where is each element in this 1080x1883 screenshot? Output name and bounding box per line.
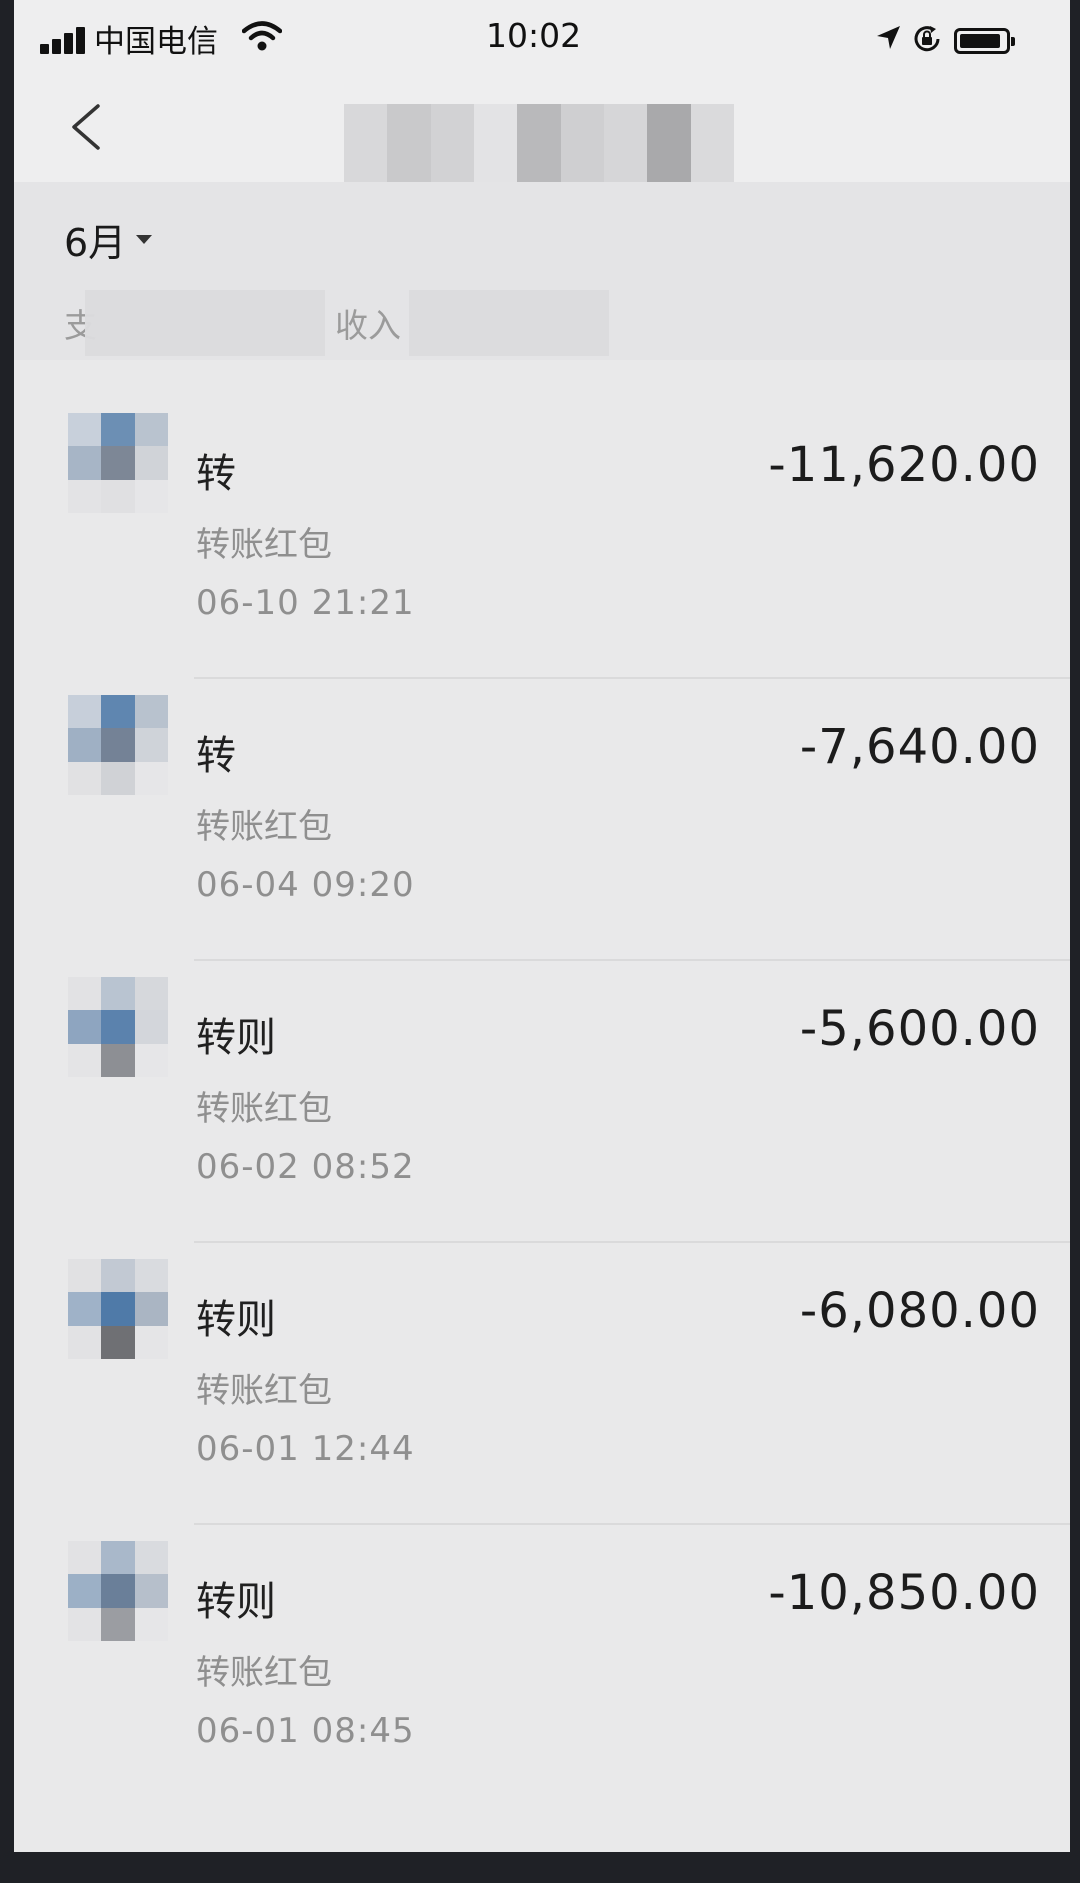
summary-row: 支 收入 (64, 290, 619, 356)
location-arrow-icon (877, 26, 900, 49)
transaction-name-text: 转 (196, 451, 236, 497)
avatar-redacted (68, 1259, 168, 1359)
navigation-bar (14, 78, 1070, 208)
income-label: 收入 (335, 306, 401, 345)
transaction-name-text: 转则 (196, 1579, 276, 1625)
transaction-name-text: 转则 (196, 1297, 276, 1343)
battery-icon (954, 28, 1015, 54)
avatar-redacted (68, 695, 168, 795)
transaction-name-text: 转则 (196, 1015, 276, 1061)
name-redacted (232, 439, 592, 501)
income-total-redacted (409, 290, 609, 356)
avatar-redacted (68, 1541, 168, 1641)
transaction-amount: -11,620.00 (768, 437, 1040, 493)
transaction-name: 转则 (196, 1567, 632, 1629)
transaction-time: 06-01 12:44 (196, 1429, 415, 1469)
transaction-time: 06-10 21:21 (196, 583, 415, 623)
avatar-redacted (68, 413, 168, 513)
name-redacted (272, 1285, 632, 1347)
transaction-row[interactable]: 转 转账红包 06-04 09:20 -7,640.00 (14, 677, 1070, 959)
transaction-amount: -5,600.00 (799, 1001, 1040, 1057)
transaction-time: 06-01 08:45 (196, 1711, 415, 1751)
month-selector[interactable]: 6月 (64, 212, 153, 267)
transaction-amount: -7,640.00 (799, 719, 1040, 775)
caret-down-icon (136, 235, 153, 244)
transaction-amount: -10,850.00 (768, 1565, 1040, 1621)
transaction-type: 转账红包 (196, 1653, 332, 1693)
transaction-list: 转 转账红包 06-10 21:21 -11,620.00 转 转账红包 06-… (14, 395, 1070, 1805)
signal-icon (40, 26, 94, 54)
phone-screen: 中国电信 10:02 6月 支 收入 转 转账红包 06-10 21:21 -1… (14, 0, 1070, 1852)
expense-total-redacted (85, 290, 325, 356)
transaction-name: 转则 (196, 1003, 632, 1065)
transaction-row[interactable]: 转则 转账红包 06-01 12:44 -6,080.00 (14, 1241, 1070, 1523)
transaction-time: 06-04 09:20 (196, 865, 415, 905)
status-bar: 中国电信 10:02 (14, 0, 1070, 78)
name-redacted (232, 721, 592, 783)
transaction-type: 转账红包 (196, 807, 332, 847)
transaction-time: 06-02 08:52 (196, 1147, 415, 1187)
name-redacted (272, 1003, 632, 1065)
back-icon[interactable] (62, 102, 112, 152)
wifi-icon (242, 21, 282, 51)
avatar-redacted (68, 977, 168, 1077)
transaction-row[interactable]: 转则 转账红包 06-01 08:45 -10,850.00 (14, 1523, 1070, 1805)
month-summary-header: 6月 支 收入 (14, 182, 1070, 360)
transaction-name: 转则 (196, 1285, 632, 1347)
name-redacted (272, 1567, 632, 1629)
transaction-name: 转 (196, 439, 592, 501)
transaction-row[interactable]: 转则 转账红包 06-02 08:52 -5,600.00 (14, 959, 1070, 1241)
transaction-type: 转账红包 (196, 525, 332, 565)
carrier-name: 中国电信 (94, 24, 218, 60)
transaction-type: 转账红包 (196, 1371, 332, 1411)
transaction-row[interactable]: 转 转账红包 06-10 21:21 -11,620.00 (14, 395, 1070, 677)
rotation-lock-icon (914, 26, 940, 52)
transaction-name-text: 转 (196, 733, 236, 779)
transaction-type: 转账红包 (196, 1089, 332, 1129)
transaction-name: 转 (196, 721, 592, 783)
month-label: 6月 (64, 221, 127, 265)
transaction-amount: -6,080.00 (799, 1283, 1040, 1339)
status-time: 10:02 (486, 16, 582, 55)
